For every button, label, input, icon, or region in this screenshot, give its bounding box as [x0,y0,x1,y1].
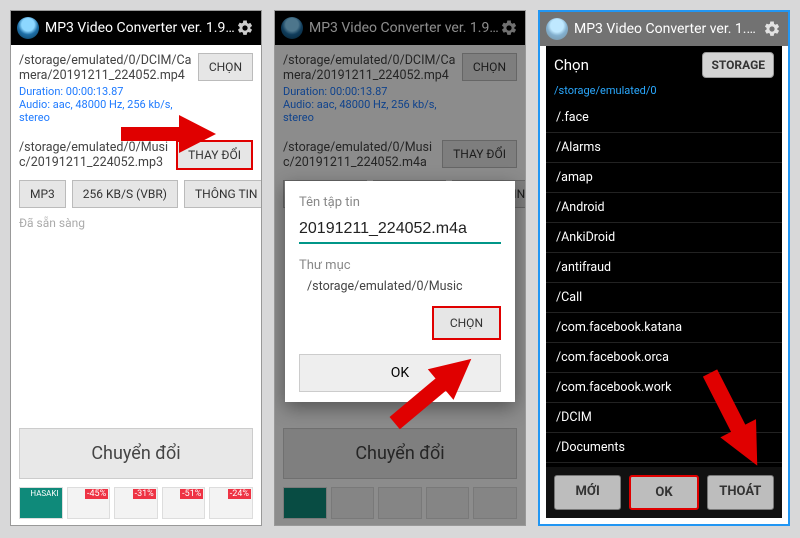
screen-2: MP3 Video Converter ver. 1.9.57 /storage… [274,10,526,526]
convert-button[interactable]: Chuyển đổi [19,428,253,479]
directory-item[interactable]: /Documents [546,433,782,463]
directory-item[interactable]: /antifraud [546,253,782,283]
duration-text: Duration: 00:00:13.87 [19,85,198,98]
directory-item[interactable]: /com.facebook.orca [546,343,782,373]
screen-3: MP3 Video Converter ver. 1.9.57 Chọn STO… [538,10,790,526]
titlebar: MP3 Video Converter ver. 1.9.57 [540,12,788,46]
directory-item[interactable]: /AnkiDroid [546,223,782,253]
dialog-title: Chọn [554,56,702,74]
ok-button[interactable]: OK [629,475,698,510]
filename-input[interactable] [299,216,501,244]
filename-label: Tên tập tin [299,195,501,210]
new-button[interactable]: MỚI [554,475,621,510]
directory-item[interactable]: /com.facebook.work [546,373,782,403]
exit-button[interactable]: THOÁT [707,475,774,510]
audio-text: Audio: aac, 48000 Hz, 256 kb/s, stereo [19,98,198,124]
directory-item[interactable]: /Android [546,193,782,223]
directory-item[interactable]: /Alarms [546,133,782,163]
directory-item[interactable]: /DCIM [546,403,782,433]
promo-strip: HASAKI -45% -31% -51% -24% [19,487,253,519]
directory-item[interactable]: /Call [546,283,782,313]
dialog-ok-button[interactable]: OK [299,354,501,392]
directory-item[interactable]: /com.facebook.katana [546,313,782,343]
screen-1: MP3 Video Converter ver. 1.9.57 /storage… [10,10,262,526]
storage-button[interactable]: STORAGE [702,52,774,78]
app-title: MP3 Video Converter ver. 1.9.57 [574,21,762,37]
bitrate-button[interactable]: 256 KB/S (VBR) [72,180,178,208]
save-dialog: Tên tập tin Thư mục /storage/emulated/0/… [285,181,515,402]
change-button[interactable]: THAY ĐỔI [176,140,253,170]
directory-item[interactable]: /.face [546,103,782,133]
input-path: /storage/emulated/0/DCIM/Camera/20191211… [19,53,198,83]
directory-panel: Chọn STORAGE /storage/emulated/0 /.face/… [546,46,782,472]
app-icon [546,18,568,40]
app-icon [17,17,39,39]
choose-button[interactable]: CHỌN [198,53,253,81]
folder-label: Thư mục [299,258,501,273]
dialog-button-row: MỚI OK THOÁT [546,467,782,518]
gear-icon[interactable] [235,18,255,38]
status-text: Đã sẵn sàng [19,216,253,230]
directory-list[interactable]: /.face/Alarms/amap/Android/AnkiDroid/ant… [546,103,782,472]
app-title: MP3 Video Converter ver. 1.9.57 [45,20,235,36]
titlebar: MP3 Video Converter ver. 1.9.57 [11,11,261,45]
info-button[interactable]: THÔNG TIN [184,180,261,208]
choose-folder-button[interactable]: CHỌN [432,306,501,340]
format-button[interactable]: MP3 [19,180,66,208]
folder-value: /storage/emulated/0/Music [299,279,501,294]
directory-item[interactable]: /amap [546,163,782,193]
gear-icon[interactable] [762,19,782,39]
output-path: /storage/emulated/0/Music/20191211_22405… [19,140,176,170]
current-path: /storage/emulated/0 [546,84,782,103]
